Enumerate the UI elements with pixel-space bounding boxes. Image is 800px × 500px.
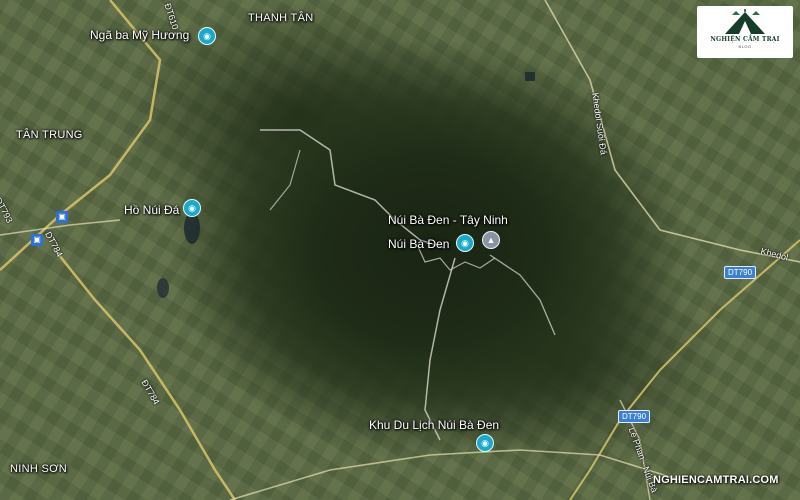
road-dt790 bbox=[569, 239, 800, 500]
camera-icon[interactable]: ◉ bbox=[198, 27, 216, 45]
place-label-ninh-son[interactable]: NINH SƠN bbox=[10, 463, 67, 475]
camera-icon[interactable]: ◉ bbox=[476, 434, 494, 452]
place-label-tan-trung[interactable]: TÂN TRUNG bbox=[16, 129, 83, 141]
road-shield-dt790: DT790 bbox=[618, 410, 651, 423]
camera-icon[interactable]: ◉ bbox=[183, 199, 201, 217]
satellite-map[interactable]: Ngã ba Mỹ Hương ◉ THANH TÂN TÂN TRUNG Hồ… bbox=[0, 0, 800, 500]
place-label-khu-du-lich[interactable]: Khu Du Lịch Núi Bà Đen bbox=[369, 418, 499, 432]
road-shield-dt790: DT790 bbox=[724, 266, 757, 279]
camera-icon[interactable]: ◉ bbox=[456, 234, 474, 252]
place-label-ho-nui-da[interactable]: Hồ Núi Đá bbox=[124, 203, 179, 217]
pagoda-icon[interactable]: ▲ bbox=[482, 231, 500, 249]
mountain-trail-south bbox=[424, 257, 456, 441]
road-dt784-south bbox=[54, 249, 237, 500]
logo-subtitle: BLOG bbox=[738, 44, 752, 49]
bus-icon[interactable]: ▣ bbox=[31, 234, 43, 246]
mountain-trail-north bbox=[260, 129, 446, 249]
road-south bbox=[229, 449, 681, 500]
place-label-nga-ba-my-huong[interactable]: Ngã ba Mỹ Hương bbox=[90, 28, 189, 42]
place-label-thanh-tan[interactable]: THANH TÂN bbox=[248, 12, 313, 24]
mountain-trail-east bbox=[489, 254, 556, 336]
place-label-nui-ba-den-tay-ninh[interactable]: Núi Bà Đen - Tây Ninh bbox=[388, 213, 508, 227]
mountain-trail-west bbox=[269, 149, 301, 211]
logo-name: NGHIỆN CẮM TRẠI bbox=[710, 36, 780, 43]
reservoir bbox=[157, 278, 169, 298]
reservoir bbox=[525, 72, 535, 81]
place-label-nui-ba-den[interactable]: Núi Bà Đen bbox=[388, 237, 449, 251]
bus-icon[interactable]: ▣ bbox=[56, 211, 68, 223]
tent-icon bbox=[725, 9, 765, 34]
watermark: NGHIENCAMTRAI.COM bbox=[653, 474, 779, 486]
brand-logo: NGHIỆN CẮM TRẠI BLOG bbox=[697, 6, 793, 58]
